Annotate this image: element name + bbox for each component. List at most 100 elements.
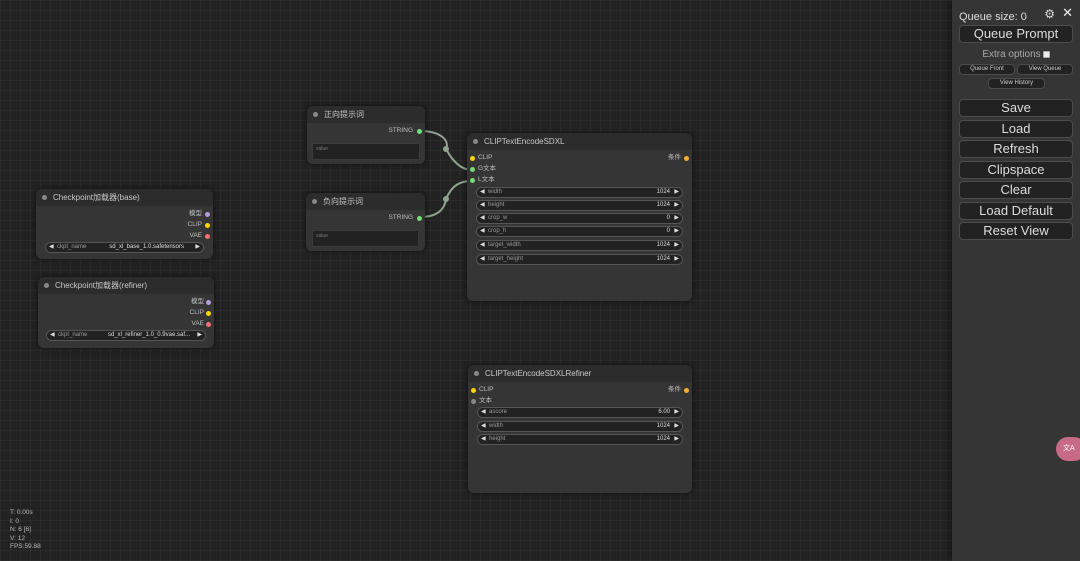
widget-height[interactable]: ◀ height 1024 ▶ <box>477 434 683 445</box>
increment-arrow-icon[interactable]: ▶ <box>674 241 679 250</box>
text-input-dot[interactable] <box>471 398 476 404</box>
prompt-textarea[interactable]: value <box>312 230 419 247</box>
string-slot-dot[interactable] <box>417 128 422 134</box>
clip-slot-dot[interactable] <box>206 310 211 316</box>
increment-arrow-icon[interactable]: ▶ <box>674 188 679 197</box>
node-clip-text-encode-sdxl-refiner[interactable]: CLIPTextEncodeSDXLRefiner CLIP 文本 条件 ◀ as… <box>468 365 692 493</box>
input-slot-text[interactable]: 文本 <box>479 396 492 406</box>
output-slot-model[interactable]: 模型 <box>191 297 204 307</box>
node-checkpoint-base[interactable]: Checkpoint加载器(base) 模型 CLIP VAE ◀ ckpt_n… <box>36 189 213 259</box>
collapse-dot[interactable] <box>313 112 318 117</box>
output-slot-conditioning[interactable]: 条件 <box>668 153 681 163</box>
decrement-arrow-icon[interactable]: ◀ <box>480 227 485 236</box>
increment-arrow-icon[interactable]: ▶ <box>674 435 679 444</box>
clip-input-dot[interactable] <box>470 155 475 161</box>
decrement-arrow-icon[interactable]: ◀ <box>50 331 55 340</box>
output-slot-vae[interactable]: VAE <box>191 319 204 329</box>
view-history-button[interactable]: View History <box>988 78 1045 89</box>
ckpt-name-widget[interactable]: ◀ ckpt_name sd_xl_refiner_1.0_0.9vae.saf… <box>46 330 206 341</box>
queue-prompt-button[interactable]: Queue Prompt <box>959 25 1073 43</box>
vae-slot-dot[interactable] <box>206 321 211 327</box>
vae-slot-dot[interactable] <box>205 233 210 239</box>
output-slot-string[interactable]: STRING <box>388 126 413 136</box>
widget-height[interactable]: ◀ height 1024 ▶ <box>476 200 683 211</box>
node-positive-prompt[interactable]: 正向提示词 STRING value <box>307 106 425 164</box>
gear-icon[interactable]: ⚙ <box>1044 7 1055 21</box>
collapse-dot[interactable] <box>312 199 317 204</box>
node-title[interactable]: CLIPTextEncodeSDXLRefiner <box>468 365 692 382</box>
node-negative-prompt[interactable]: 负向提示词 STRING value <box>306 193 425 251</box>
clip-input-dot[interactable] <box>471 387 476 393</box>
decrement-arrow-icon[interactable]: ◀ <box>481 422 486 431</box>
extra-options-checkbox[interactable] <box>1042 50 1050 58</box>
increment-arrow-icon[interactable]: ▶ <box>674 227 679 236</box>
decrement-arrow-icon[interactable]: ◀ <box>480 255 485 264</box>
collapse-dot[interactable] <box>473 139 478 144</box>
decrement-arrow-icon[interactable]: ◀ <box>480 201 485 210</box>
save-button[interactable]: Save <box>959 99 1073 117</box>
widget-target-width[interactable]: ◀ target_width 1024 ▶ <box>476 240 683 251</box>
conditioning-slot-dot[interactable] <box>684 155 689 161</box>
input-slot-l-text[interactable]: L文本 <box>478 175 495 185</box>
load-default-button[interactable]: Load Default <box>959 202 1073 220</box>
clear-button[interactable]: Clear <box>959 181 1073 199</box>
reset-view-button[interactable]: Reset View <box>959 222 1073 240</box>
refresh-button[interactable]: Refresh <box>959 140 1073 158</box>
output-slot-model[interactable]: 模型 <box>189 209 202 219</box>
widget-target-height[interactable]: ◀ target_height 1024 ▶ <box>476 254 683 265</box>
increment-arrow-icon[interactable]: ▶ <box>197 331 202 340</box>
widget-width[interactable]: ◀ width 1024 ▶ <box>476 187 683 198</box>
model-slot-dot[interactable] <box>205 211 210 217</box>
close-icon[interactable]: ✕ <box>1062 6 1073 20</box>
model-slot-dot[interactable] <box>206 299 211 305</box>
output-slot-vae[interactable]: VAE <box>189 231 202 241</box>
ckpt-name-widget[interactable]: ◀ ckpt_name sd_xl_base_1.0.safetensors ▶ <box>45 242 204 253</box>
decrement-arrow-icon[interactable]: ◀ <box>480 241 485 250</box>
graph-canvas[interactable]: Checkpoint加载器(base) 模型 CLIP VAE ◀ ckpt_n… <box>0 0 952 561</box>
clipspace-button[interactable]: Clipspace <box>959 161 1073 179</box>
decrement-arrow-icon[interactable]: ◀ <box>480 188 485 197</box>
conditioning-slot-dot[interactable] <box>684 387 689 393</box>
decrement-arrow-icon[interactable]: ◀ <box>481 408 486 417</box>
string-slot-dot[interactable] <box>417 215 422 221</box>
queue-size-label: Queue size: 0 <box>959 11 1027 23</box>
node-title[interactable]: Checkpoint加载器(refiner) <box>38 277 214 294</box>
increment-arrow-icon[interactable]: ▶ <box>674 214 679 223</box>
collapse-dot[interactable] <box>44 283 49 288</box>
input-slot-clip[interactable]: CLIP <box>478 153 492 163</box>
collapse-dot[interactable] <box>474 371 479 376</box>
input-slot-clip[interactable]: CLIP <box>479 385 493 395</box>
decrement-arrow-icon[interactable]: ◀ <box>480 214 485 223</box>
node-clip-text-encode-sdxl[interactable]: CLIPTextEncodeSDXL CLIP G文本 L文本 条件 ◀ widt… <box>467 133 692 301</box>
widget-width[interactable]: ◀ width 1024 ▶ <box>477 421 683 432</box>
widget-crop-h[interactable]: ◀ crop_h 0 ▶ <box>476 226 683 237</box>
prompt-textarea[interactable]: value <box>312 143 420 160</box>
node-title[interactable]: 正向提示词 <box>307 106 425 123</box>
clip-slot-dot[interactable] <box>205 222 210 228</box>
decrement-arrow-icon[interactable]: ◀ <box>481 435 486 444</box>
queue-front-button[interactable]: Queue Front <box>959 64 1015 75</box>
view-queue-button[interactable]: View Queue <box>1017 64 1073 75</box>
node-title[interactable]: 负向提示词 <box>306 193 425 210</box>
output-slot-clip[interactable]: CLIP <box>188 220 202 230</box>
load-button[interactable]: Load <box>959 120 1073 138</box>
increment-arrow-icon[interactable]: ▶ <box>195 243 200 252</box>
translate-icon[interactable]: 文A <box>1056 437 1080 461</box>
input-slot-g-text[interactable]: G文本 <box>478 164 496 174</box>
g-text-input-dot[interactable] <box>470 166 475 172</box>
decrement-arrow-icon[interactable]: ◀ <box>49 243 54 252</box>
output-slot-clip[interactable]: CLIP <box>190 308 204 318</box>
node-title[interactable]: Checkpoint加载器(base) <box>36 189 213 206</box>
collapse-dot[interactable] <box>42 195 47 200</box>
widget-crop-w[interactable]: ◀ crop_w 0 ▶ <box>476 213 683 224</box>
output-slot-string[interactable]: STRING <box>388 213 413 223</box>
increment-arrow-icon[interactable]: ▶ <box>674 201 679 210</box>
widget-ascore[interactable]: ◀ ascore 6.00 ▶ <box>477 407 683 418</box>
l-text-input-dot[interactable] <box>470 177 475 183</box>
node-checkpoint-refiner[interactable]: Checkpoint加载器(refiner) 模型 CLIP VAE ◀ ckp… <box>38 277 214 348</box>
increment-arrow-icon[interactable]: ▶ <box>674 255 679 264</box>
output-slot-conditioning[interactable]: 条件 <box>668 385 681 395</box>
increment-arrow-icon[interactable]: ▶ <box>674 422 679 431</box>
node-title[interactable]: CLIPTextEncodeSDXL <box>467 133 692 150</box>
increment-arrow-icon[interactable]: ▶ <box>674 408 679 417</box>
